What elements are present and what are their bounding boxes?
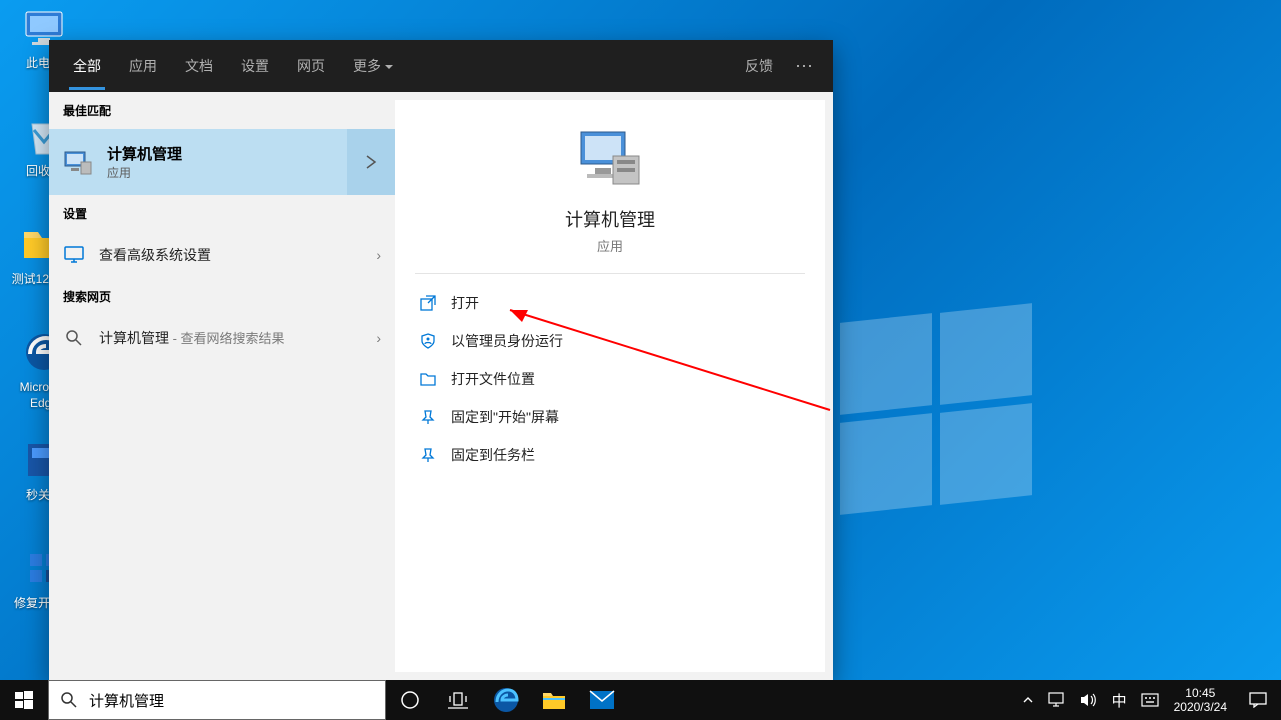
system-tray: 中 10:45 2020/3/24 xyxy=(1015,680,1281,720)
more-options-button[interactable]: ⋯ xyxy=(787,48,821,85)
action-label: 打开 xyxy=(451,293,479,313)
computer-management-icon xyxy=(63,147,93,177)
taskbar-app-edge[interactable] xyxy=(482,680,530,720)
folder-icon xyxy=(419,370,437,388)
taskbar-app-mail[interactable] xyxy=(578,680,626,720)
tray-ime-lang[interactable]: 中 xyxy=(1105,680,1134,720)
result-advanced-system-settings[interactable]: 查看高级系统设置 › xyxy=(49,232,395,278)
taskbar: 中 10:45 2020/3/24 xyxy=(0,680,1281,720)
result-subtitle: 应用 xyxy=(107,164,381,181)
computer-management-icon xyxy=(575,124,645,194)
action-run-as-admin[interactable]: 以管理员身份运行 xyxy=(401,322,819,360)
tray-clock[interactable]: 10:45 2020/3/24 xyxy=(1166,686,1235,715)
action-open-file-location[interactable]: 打开文件位置 xyxy=(401,360,819,398)
pin-icon xyxy=(419,408,437,426)
action-pin-to-start[interactable]: 固定到"开始"屏幕 xyxy=(401,398,819,436)
search-icon xyxy=(49,691,89,709)
chevron-down-icon xyxy=(385,65,393,69)
search-input[interactable] xyxy=(89,692,385,709)
preview-actions: 打开 以管理员身份运行 打开文件位置 固定到"开始"屏幕 固定到任务栏 xyxy=(395,274,825,484)
preview-subtitle: 应用 xyxy=(597,236,623,255)
pin-icon xyxy=(419,446,437,464)
category-web: 搜索网页 xyxy=(49,278,395,315)
tray-ime-keyboard-icon[interactable] xyxy=(1134,680,1166,720)
tray-network-icon[interactable] xyxy=(1041,680,1073,720)
action-label: 以管理员身份运行 xyxy=(451,331,563,351)
cortana-button[interactable] xyxy=(386,680,434,720)
tab-apps[interactable]: 应用 xyxy=(117,42,169,90)
result-label: 查看高级系统设置 xyxy=(99,245,211,265)
preview-pane: 计算机管理 应用 打开 以管理员身份运行 打开文件位置 固定到 xyxy=(395,100,825,672)
tab-docs[interactable]: 文档 xyxy=(173,42,225,90)
search-panel: 全部 应用 文档 设置 网页 更多 反馈 ⋯ 最佳匹配 计算机管理 应用 设置 … xyxy=(49,40,833,680)
tab-all[interactable]: 全部 xyxy=(61,42,113,90)
action-label: 固定到任务栏 xyxy=(451,445,535,465)
feedback-button[interactable]: 反馈 xyxy=(735,48,783,84)
chevron-right-icon: › xyxy=(376,247,381,263)
action-label: 固定到"开始"屏幕 xyxy=(451,407,559,427)
action-open[interactable]: 打开 xyxy=(401,284,819,322)
clock-date: 2020/3/24 xyxy=(1174,700,1227,714)
result-label: 计算机管理 - 查看网络搜索结果 xyxy=(99,328,285,348)
action-center-button[interactable] xyxy=(1235,692,1281,708)
result-title: 计算机管理 xyxy=(107,143,381,164)
result-computer-management[interactable]: 计算机管理 应用 xyxy=(49,129,395,195)
result-web-search[interactable]: 计算机管理 - 查看网络搜索结果 › xyxy=(49,315,395,361)
start-button[interactable] xyxy=(0,680,48,720)
category-settings: 设置 xyxy=(49,195,395,232)
taskbar-app-explorer[interactable] xyxy=(530,680,578,720)
tab-settings[interactable]: 设置 xyxy=(229,42,281,90)
expand-arrow-button[interactable] xyxy=(347,129,395,195)
tray-overflow-button[interactable] xyxy=(1015,680,1041,720)
tab-more[interactable]: 更多 xyxy=(341,42,405,90)
search-tabs: 全部 应用 文档 设置 网页 更多 反馈 ⋯ xyxy=(49,40,833,92)
action-label: 打开文件位置 xyxy=(451,369,535,389)
clock-time: 10:45 xyxy=(1185,686,1215,700)
preview-title: 计算机管理 xyxy=(565,206,655,232)
taskbar-search[interactable] xyxy=(48,680,386,720)
open-icon xyxy=(419,294,437,312)
task-view-button[interactable] xyxy=(434,680,482,720)
action-pin-to-taskbar[interactable]: 固定到任务栏 xyxy=(401,436,819,474)
category-best-match: 最佳匹配 xyxy=(49,92,395,129)
tray-volume-icon[interactable] xyxy=(1073,680,1105,720)
tab-web[interactable]: 网页 xyxy=(285,42,337,90)
shield-icon xyxy=(419,332,437,350)
chevron-right-icon: › xyxy=(376,330,381,346)
search-icon xyxy=(63,327,85,349)
results-list: 最佳匹配 计算机管理 应用 设置 查看高级系统设置 › 搜索网页 计算机管理 -… xyxy=(49,92,395,680)
monitor-icon xyxy=(63,244,85,266)
